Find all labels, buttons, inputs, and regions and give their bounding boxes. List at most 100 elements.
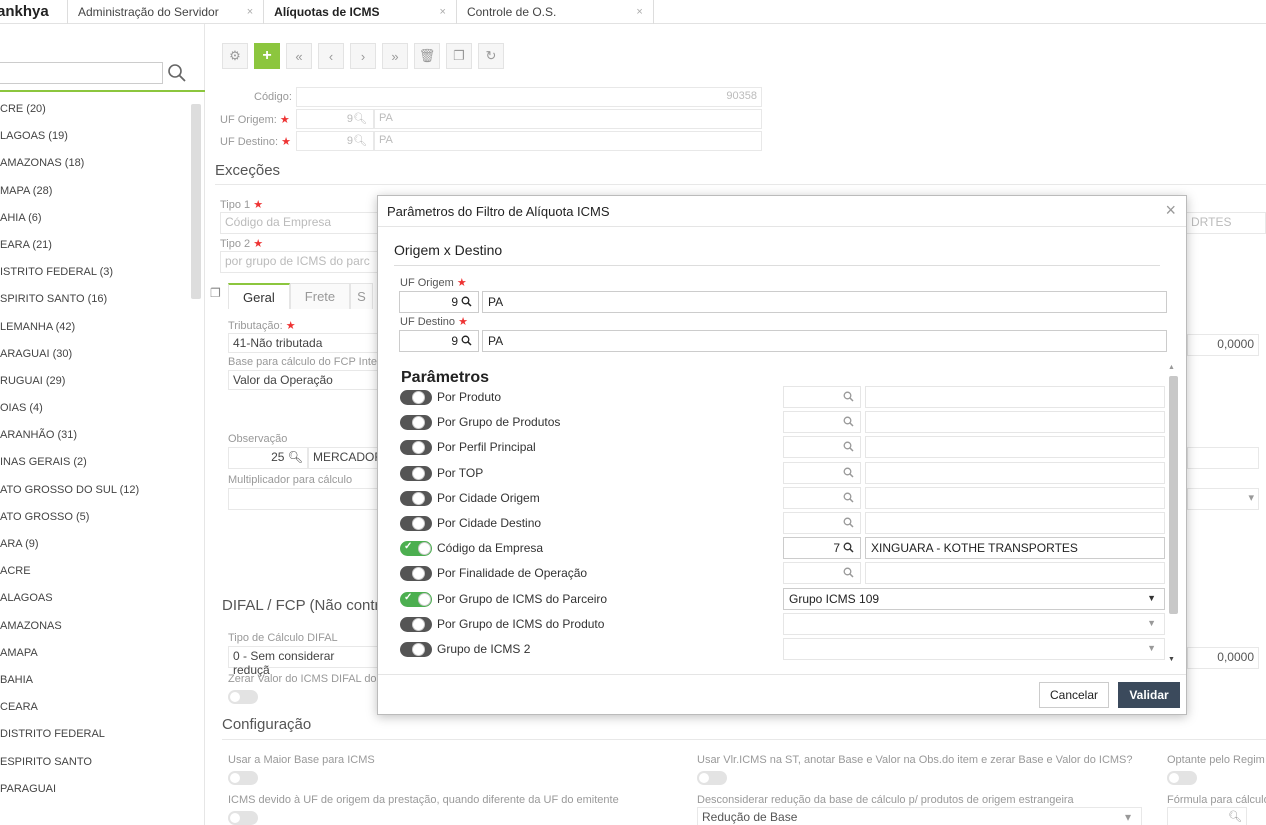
list-item[interactable]: ALAGOAS	[0, 585, 190, 612]
zerar-toggle[interactable]	[228, 690, 258, 704]
param-toggle[interactable]	[400, 440, 432, 456]
close-icon[interactable]: ×	[1165, 200, 1176, 221]
cancel-button[interactable]: Cancelar	[1039, 682, 1109, 708]
search-icon[interactable]	[843, 467, 854, 481]
right-value-field-2[interactable]: 0,0000	[1187, 647, 1259, 669]
param-code-input[interactable]	[783, 386, 861, 408]
list-scrollbar[interactable]	[191, 104, 201, 299]
add-button[interactable]: +	[254, 43, 280, 69]
copy-icon[interactable]: ❐	[446, 43, 472, 69]
search-icon[interactable]	[843, 441, 854, 455]
tab-geral[interactable]: Geral	[228, 283, 290, 309]
observacao-code[interactable]: 25 🔍︎	[228, 447, 308, 469]
search-icon[interactable]: 🔍︎	[288, 450, 303, 464]
list-item[interactable]: PARAGUAI	[0, 776, 190, 803]
param-toggle[interactable]	[400, 616, 432, 632]
list-item[interactable]: DISTRITO FEDERAL	[0, 721, 190, 748]
list-item[interactable]: ESPIRITO SANTO	[0, 749, 190, 776]
list-item[interactable]: EARA (21)	[0, 232, 190, 259]
param-toggle[interactable]	[400, 490, 432, 506]
param-toggle[interactable]	[400, 415, 432, 431]
cfg-maior-base-toggle[interactable]	[228, 771, 258, 785]
tab-aliquotas[interactable]: Alíquotas de ICMS ×	[263, 0, 456, 24]
list-item[interactable]: ARANHÃO (31)	[0, 422, 190, 449]
param-toggle[interactable]	[400, 566, 432, 582]
param-select[interactable]: ▼	[783, 612, 1165, 635]
tab-third[interactable]: S	[350, 283, 373, 309]
cfg-desconsiderar-select[interactable]: Redução de Base ▾	[697, 807, 1142, 825]
search-icon[interactable]	[843, 416, 854, 430]
param-toggle[interactable]	[400, 516, 432, 531]
search-icon[interactable]	[166, 62, 188, 84]
param-select[interactable]: Grupo ICMS 109 ▼	[783, 587, 1165, 610]
list-item[interactable]: AMAZONAS	[0, 613, 190, 640]
list-search-input[interactable]	[0, 62, 163, 84]
search-icon[interactable]	[843, 542, 854, 556]
list-item[interactable]: ATO GROSSO (5)	[0, 504, 190, 531]
param-code-input[interactable]	[783, 411, 861, 434]
list-item[interactable]: ACRE	[0, 558, 190, 585]
uf-destino-code[interactable]: 9🔍︎	[296, 131, 374, 151]
list-item[interactable]: CEARA	[0, 694, 190, 721]
uf-origem-code[interactable]: 9🔍︎	[296, 109, 374, 129]
param-code-input[interactable]: 7	[783, 537, 861, 560]
param-code-input[interactable]	[783, 562, 861, 585]
search-icon[interactable]	[461, 335, 472, 349]
list-item[interactable]: MAPA (28)	[0, 178, 190, 205]
param-code-input[interactable]	[783, 512, 861, 534]
param-toggle[interactable]	[400, 390, 432, 405]
observacao-right[interactable]	[1187, 447, 1259, 469]
list-item[interactable]: AMAZONAS (18)	[0, 150, 190, 177]
param-toggle[interactable]	[400, 541, 432, 557]
list-item[interactable]: AMAPA	[0, 640, 190, 667]
tipo2-field[interactable]: por grupo de ICMS do parc	[220, 251, 380, 273]
scroll-up-arrow[interactable]: ▲	[1168, 364, 1175, 371]
param-toggle[interactable]	[400, 591, 432, 607]
tab-administracao[interactable]: Administração do Servidor ×	[67, 0, 263, 24]
modal-uf-destino-code[interactable]: 9	[399, 330, 479, 352]
search-icon[interactable]: 🔍︎	[1167, 807, 1247, 825]
list-item[interactable]: RUGUAI (29)	[0, 368, 190, 395]
list-item[interactable]: LAGOAS (19)	[0, 123, 190, 150]
close-icon[interactable]: ×	[636, 6, 642, 18]
base-fcp-field[interactable]: Valor da Operação	[228, 370, 378, 390]
first-record-button[interactable]: «	[286, 43, 312, 69]
right-value-field[interactable]: 0,0000	[1187, 334, 1259, 356]
cfg-icms-devido-toggle[interactable]	[228, 811, 258, 825]
modal-uf-origem-code[interactable]: 9	[399, 291, 479, 313]
search-icon[interactable]	[843, 492, 854, 506]
param-select[interactable]: ▼	[783, 638, 1165, 660]
gear-icon[interactable]: ⚙	[222, 43, 248, 69]
param-toggle[interactable]	[400, 465, 432, 481]
codigo-field[interactable]: 90358	[296, 87, 762, 107]
tab-controle-os[interactable]: Controle de O.S. ×	[455, 0, 653, 24]
previous-record-button[interactable]: ‹	[318, 43, 344, 69]
scroll-down-arrow[interactable]: ▼	[1168, 656, 1175, 663]
list-item[interactable]: AHIA (6)	[0, 205, 190, 232]
refresh-icon[interactable]: ↻	[478, 43, 504, 69]
tab-frete[interactable]: Frete	[289, 283, 351, 309]
chevron-down-icon[interactable]: ▾	[1187, 488, 1259, 510]
list-item[interactable]: INAS GERAIS (2)	[0, 449, 190, 476]
close-icon[interactable]: ×	[247, 6, 253, 18]
tipo1-field[interactable]: Código da Empresa	[220, 212, 380, 234]
list-item[interactable]: ISTRITO FEDERAL (3)	[0, 259, 190, 286]
list-item[interactable]: CRE (20)	[0, 96, 190, 123]
search-icon[interactable]: 🔍︎	[353, 113, 367, 125]
search-icon[interactable]	[461, 296, 472, 310]
trash-icon[interactable]: 🗑	[414, 43, 440, 69]
close-icon[interactable]: ×	[440, 6, 446, 18]
list-item[interactable]: ATO GROSSO DO SUL (12)	[0, 477, 190, 504]
params-scrollbar[interactable]	[1169, 376, 1178, 614]
param-code-input[interactable]	[783, 436, 861, 459]
observacao-field[interactable]: MERCADOR	[308, 447, 378, 469]
copy-icon[interactable]: ❐	[210, 286, 221, 300]
search-icon[interactable]	[843, 391, 854, 405]
search-icon[interactable]: 🔍︎	[353, 135, 367, 147]
multiplicador-field[interactable]	[228, 488, 378, 510]
search-icon[interactable]	[843, 567, 854, 581]
search-icon[interactable]	[843, 517, 854, 531]
last-record-button[interactable]: »	[382, 43, 408, 69]
list-item[interactable]: OIAS (4)	[0, 395, 190, 422]
cfg-optante-toggle[interactable]	[1167, 771, 1197, 785]
